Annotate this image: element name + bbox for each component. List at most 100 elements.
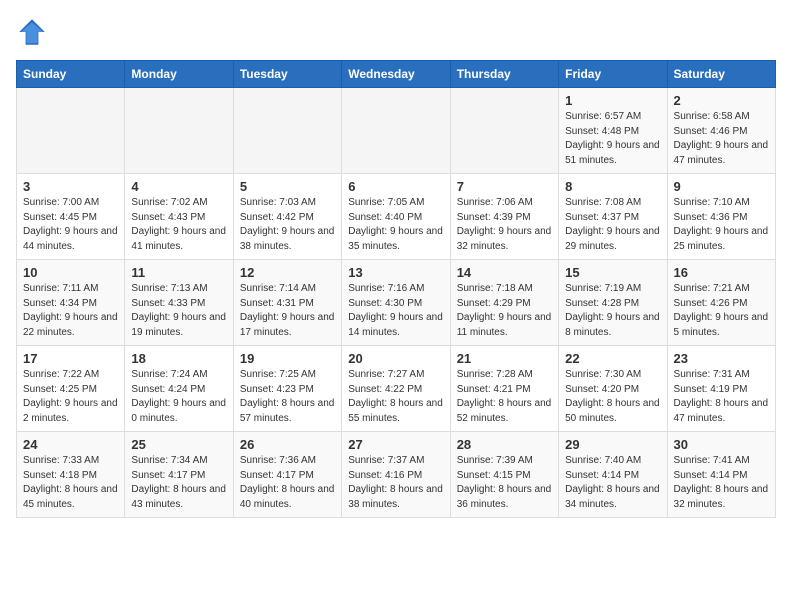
- calendar-cell: 8 Sunrise: 7:08 AM Sunset: 4:37 PM Daylig…: [559, 174, 667, 260]
- day-info: Sunrise: 7:03 AM Sunset: 4:42 PM Dayligh…: [240, 196, 335, 254]
- day-info: Sunrise: 7:06 AM Sunset: 4:39 PM Dayligh…: [457, 196, 552, 254]
- calendar-cell: 25 Sunrise: 7:34 AM Sunset: 4:17 PM Dayli…: [125, 432, 233, 518]
- calendar-cell: [17, 88, 125, 174]
- calendar-table: SundayMondayTuesdayWednesdayThursdayFrid…: [16, 60, 776, 518]
- day-number: 30: [674, 437, 769, 452]
- day-info: Sunrise: 7:00 AM Sunset: 4:45 PM Dayligh…: [23, 196, 118, 254]
- logo-icon: [16, 16, 48, 48]
- calendar-cell: 14Sunrise: 7:18 AM Sunset: 4:29 PM Dayli…: [450, 260, 558, 346]
- day-info: Sunrise: 7:36 AM Sunset: 4:17 PM Dayligh…: [240, 454, 335, 512]
- day-number: 9: [674, 179, 769, 194]
- day-info: Sunrise: 7:39 AM Sunset: 4:15 PM Dayligh…: [457, 454, 552, 512]
- day-number: 1: [565, 93, 660, 108]
- calendar-cell: 26 Sunrise: 7:36 AM Sunset: 4:17 PM Dayli…: [233, 432, 341, 518]
- day-info: Sunrise: 7:16 AM Sunset: 4:30 PM Dayligh…: [348, 282, 443, 340]
- day-info: Sunrise: 7:21 AM Sunset: 4:26 PM Dayligh…: [674, 282, 769, 340]
- day-info: Sunrise: 7:37 AM Sunset: 4:16 PM Dayligh…: [348, 454, 443, 512]
- calendar-cell: 2Sunrise: 6:58 AM Sunset: 4:46 PM Daylig…: [667, 88, 775, 174]
- day-info: Sunrise: 7:02 AM Sunset: 4:43 PM Dayligh…: [131, 196, 226, 254]
- day-number: 6: [348, 179, 443, 194]
- day-info: Sunrise: 6:58 AM Sunset: 4:46 PM Dayligh…: [674, 110, 769, 168]
- weekday-header: Thursday: [450, 61, 558, 88]
- calendar-cell: [450, 88, 558, 174]
- day-info: Sunrise: 7:10 AM Sunset: 4:36 PM Dayligh…: [674, 196, 769, 254]
- day-number: 11: [131, 265, 226, 280]
- day-number: 8: [565, 179, 660, 194]
- day-number: 25: [131, 437, 226, 452]
- day-info: Sunrise: 7:28 AM Sunset: 4:21 PM Dayligh…: [457, 368, 552, 426]
- day-info: Sunrise: 7:11 AM Sunset: 4:34 PM Dayligh…: [23, 282, 118, 340]
- weekday-header: Tuesday: [233, 61, 341, 88]
- calendar-week-row: 24 Sunrise: 7:33 AM Sunset: 4:18 PM Dayli…: [17, 432, 776, 518]
- calendar-cell: 5Sunrise: 7:03 AM Sunset: 4:42 PM Daylig…: [233, 174, 341, 260]
- day-info: Sunrise: 7:05 AM Sunset: 4:40 PM Dayligh…: [348, 196, 443, 254]
- calendar-cell: 1Sunrise: 6:57 AM Sunset: 4:48 PM Daylig…: [559, 88, 667, 174]
- day-info: Sunrise: 7:31 AM Sunset: 4:19 PM Dayligh…: [674, 368, 769, 426]
- day-number: 28: [457, 437, 552, 452]
- weekday-header: Friday: [559, 61, 667, 88]
- day-number: 23: [674, 351, 769, 366]
- day-number: 15: [565, 265, 660, 280]
- day-number: 20: [348, 351, 443, 366]
- day-number: 3: [23, 179, 118, 194]
- day-number: 12: [240, 265, 335, 280]
- day-number: 19: [240, 351, 335, 366]
- calendar-cell: 13 Sunrise: 7:16 AM Sunset: 4:30 PM Dayli…: [342, 260, 450, 346]
- day-info: Sunrise: 7:34 AM Sunset: 4:17 PM Dayligh…: [131, 454, 226, 512]
- day-number: 22: [565, 351, 660, 366]
- calendar-cell: 23 Sunrise: 7:31 AM Sunset: 4:19 PM Dayli…: [667, 346, 775, 432]
- calendar-cell: 20 Sunrise: 7:27 AM Sunset: 4:22 PM Dayli…: [342, 346, 450, 432]
- weekday-header: Sunday: [17, 61, 125, 88]
- day-info: Sunrise: 7:27 AM Sunset: 4:22 PM Dayligh…: [348, 368, 443, 426]
- day-number: 13: [348, 265, 443, 280]
- day-number: 4: [131, 179, 226, 194]
- day-info: Sunrise: 7:08 AM Sunset: 4:37 PM Dayligh…: [565, 196, 660, 254]
- day-info: Sunrise: 7:22 AM Sunset: 4:25 PM Dayligh…: [23, 368, 118, 426]
- day-info: Sunrise: 7:14 AM Sunset: 4:31 PM Dayligh…: [240, 282, 335, 340]
- day-number: 7: [457, 179, 552, 194]
- day-number: 27: [348, 437, 443, 452]
- day-info: Sunrise: 7:25 AM Sunset: 4:23 PM Dayligh…: [240, 368, 335, 426]
- calendar-week-row: 17 Sunrise: 7:22 AM Sunset: 4:25 PM Dayli…: [17, 346, 776, 432]
- calendar-cell: 7 Sunrise: 7:06 AM Sunset: 4:39 PM Daylig…: [450, 174, 558, 260]
- day-number: 18: [131, 351, 226, 366]
- calendar-cell: 21 Sunrise: 7:28 AM Sunset: 4:21 PM Dayli…: [450, 346, 558, 432]
- calendar-cell: 15 Sunrise: 7:19 AM Sunset: 4:28 PM Dayli…: [559, 260, 667, 346]
- logo: [16, 16, 52, 48]
- calendar-cell: 19 Sunrise: 7:25 AM Sunset: 4:23 PM Dayli…: [233, 346, 341, 432]
- calendar-cell: 27 Sunrise: 7:37 AM Sunset: 4:16 PM Dayli…: [342, 432, 450, 518]
- day-info: Sunrise: 7:30 AM Sunset: 4:20 PM Dayligh…: [565, 368, 660, 426]
- weekday-header: Saturday: [667, 61, 775, 88]
- day-number: 24: [23, 437, 118, 452]
- page-header: [16, 16, 776, 48]
- day-number: 17: [23, 351, 118, 366]
- day-info: Sunrise: 7:24 AM Sunset: 4:24 PM Dayligh…: [131, 368, 226, 426]
- day-info: Sunrise: 7:18 AM Sunset: 4:29 PM Dayligh…: [457, 282, 552, 340]
- day-info: Sunrise: 7:33 AM Sunset: 4:18 PM Dayligh…: [23, 454, 118, 512]
- calendar-cell: 4 Sunrise: 7:02 AM Sunset: 4:43 PM Daylig…: [125, 174, 233, 260]
- calendar-cell: [342, 88, 450, 174]
- calendar-cell: 3 Sunrise: 7:00 AM Sunset: 4:45 PM Daylig…: [17, 174, 125, 260]
- calendar-cell: 11 Sunrise: 7:13 AM Sunset: 4:33 PM Dayli…: [125, 260, 233, 346]
- calendar-cell: 9 Sunrise: 7:10 AM Sunset: 4:36 PM Daylig…: [667, 174, 775, 260]
- day-info: Sunrise: 7:13 AM Sunset: 4:33 PM Dayligh…: [131, 282, 226, 340]
- day-number: 10: [23, 265, 118, 280]
- day-info: Sunrise: 7:19 AM Sunset: 4:28 PM Dayligh…: [565, 282, 660, 340]
- weekday-header-row: SundayMondayTuesdayWednesdayThursdayFrid…: [17, 61, 776, 88]
- calendar-cell: [233, 88, 341, 174]
- day-info: Sunrise: 7:41 AM Sunset: 4:14 PM Dayligh…: [674, 454, 769, 512]
- calendar-week-row: 10 Sunrise: 7:11 AM Sunset: 4:34 PM Dayli…: [17, 260, 776, 346]
- day-info: Sunrise: 7:40 AM Sunset: 4:14 PM Dayligh…: [565, 454, 660, 512]
- calendar-cell: 16Sunrise: 7:21 AM Sunset: 4:26 PM Dayli…: [667, 260, 775, 346]
- calendar-cell: 6 Sunrise: 7:05 AM Sunset: 4:40 PM Daylig…: [342, 174, 450, 260]
- day-number: 21: [457, 351, 552, 366]
- calendar-cell: 10 Sunrise: 7:11 AM Sunset: 4:34 PM Dayli…: [17, 260, 125, 346]
- day-number: 29: [565, 437, 660, 452]
- calendar-week-row: 1Sunrise: 6:57 AM Sunset: 4:48 PM Daylig…: [17, 88, 776, 174]
- calendar-week-row: 3 Sunrise: 7:00 AM Sunset: 4:45 PM Daylig…: [17, 174, 776, 260]
- day-number: 26: [240, 437, 335, 452]
- weekday-header: Wednesday: [342, 61, 450, 88]
- calendar-cell: 22 Sunrise: 7:30 AM Sunset: 4:20 PM Dayli…: [559, 346, 667, 432]
- calendar-cell: 29 Sunrise: 7:40 AM Sunset: 4:14 PM Dayli…: [559, 432, 667, 518]
- calendar-cell: 28 Sunrise: 7:39 AM Sunset: 4:15 PM Dayli…: [450, 432, 558, 518]
